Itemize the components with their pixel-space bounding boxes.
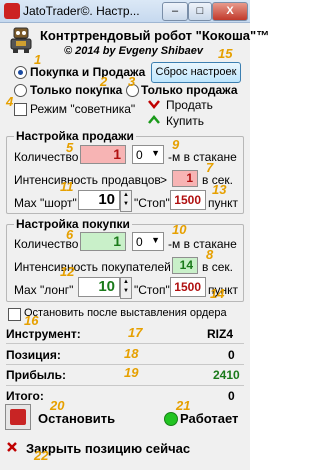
annotation-2: 2 <box>100 74 108 89</box>
divider <box>6 343 244 344</box>
chevron-down-icon: ▼ <box>151 235 160 245</box>
sell-intensity-label: Интенсивность продавцов <box>14 173 161 187</box>
annotation-13: 13 <box>212 182 227 197</box>
annotation-19: 19 <box>124 365 139 380</box>
radio-buy-and-sell[interactable] <box>14 66 27 79</box>
sell-level-value: 0 <box>136 148 143 162</box>
running-status: Работает <box>180 411 239 426</box>
maximize-button[interactable]: □ <box>188 2 212 21</box>
annotation-18: 18 <box>124 346 139 361</box>
copyright: © 2014 by Evgeny Shibaev <box>64 45 203 57</box>
buy-button[interactable]: Купить <box>166 114 204 128</box>
reset-settings-button[interactable]: Сброс настроек <box>151 62 241 83</box>
annotation-8: 8 <box>206 247 214 262</box>
sell-group-title: Настройка продажи <box>14 129 136 143</box>
buy-max-long-field[interactable]: 10 <box>78 277 120 297</box>
annotation-7: 7 <box>206 160 214 175</box>
stop-label: Остановить <box>38 411 116 426</box>
annotation-6: 6 <box>66 227 74 242</box>
annotation-16: 16 <box>24 313 39 328</box>
sell-stop-unit: пункт <box>208 196 239 210</box>
divider <box>6 385 244 386</box>
annotation-5: 5 <box>66 140 74 155</box>
stop-button[interactable] <box>5 404 31 430</box>
sell-arrow-icon <box>148 100 160 109</box>
annotation-10: 10 <box>172 222 187 237</box>
position-label: Позиция: <box>6 348 61 362</box>
annotation-11: 11 <box>60 179 74 194</box>
sell-max-short-label: Max "шорт" <box>14 196 77 210</box>
sell-stop-label: "Стоп" <box>134 196 170 210</box>
chevron-down-icon: ▼ <box>151 148 160 158</box>
buy-intensity-label: Интенсивность покупателей > <box>14 260 182 274</box>
profit-value: 2410 <box>213 368 240 382</box>
sell-intensity-operator: > <box>160 173 168 187</box>
instrument-label: Инструмент: <box>6 327 81 341</box>
minimize-button[interactable]: – <box>162 2 188 21</box>
running-indicator-icon <box>164 412 178 426</box>
annotation-9: 9 <box>172 137 180 152</box>
buy-max-long-label: Max "лонг" <box>14 283 74 297</box>
buy-level-suffix: -м в стакане <box>168 237 237 251</box>
buy-intensity-unit: в сек. <box>202 260 233 274</box>
robot-icon <box>10 27 32 53</box>
buy-level-value: 0 <box>136 235 143 249</box>
stop-after-order-checkbox[interactable] <box>8 308 21 321</box>
brand-title: Контртрендовый робот "Кокоша"™ <box>40 28 270 43</box>
annotation-14: 14 <box>210 286 225 301</box>
sell-level-select[interactable]: 0 ▼ <box>132 145 164 164</box>
annotation-3: 3 <box>128 74 136 89</box>
buy-stop-label: "Стоп" <box>134 283 170 297</box>
close-position-button[interactable]: Закрыть позицию сейчас <box>26 441 190 456</box>
annotation-4: 4 <box>6 94 14 109</box>
sell-button[interactable]: Продать <box>166 98 213 112</box>
advisor-mode-label: Режим "советника" <box>30 102 136 116</box>
annotation-15: 15 <box>218 46 233 61</box>
annotation-21: 21 <box>176 398 191 413</box>
instrument-value: RIZ4 <box>207 327 234 341</box>
buy-arrow-icon <box>148 115 160 124</box>
annotation-22: 22 <box>34 448 49 463</box>
sell-level-suffix: -м в стакане <box>168 150 237 164</box>
window-title: JatoTrader©. Настр... <box>23 4 140 18</box>
annotation-17: 17 <box>128 325 143 340</box>
total-label: Итого: <box>6 389 44 403</box>
title-bar[interactable]: JatoTrader©. Настр... – □ X <box>0 0 250 23</box>
annotation-1: 1 <box>34 52 42 67</box>
sell-intensity-field[interactable]: 1 <box>172 170 198 187</box>
annotation-20: 20 <box>50 398 65 413</box>
stop-square-icon <box>10 409 26 425</box>
close-position-icon[interactable] <box>5 440 19 454</box>
sell-qty-field[interactable]: 1 <box>80 145 126 164</box>
profit-label: Прибыль: <box>6 368 66 382</box>
sell-max-short-field[interactable]: 10 <box>78 190 120 210</box>
close-window-button[interactable]: X <box>212 2 248 21</box>
app-icon <box>4 3 20 19</box>
annotation-12: 12 <box>60 264 75 279</box>
buy-intensity-field[interactable]: 14 <box>172 257 198 274</box>
sell-max-short-spinner[interactable]: ▲ ▼ <box>120 190 132 212</box>
advisor-mode-checkbox[interactable] <box>14 103 27 116</box>
sell-stop-field[interactable]: 1500 <box>170 190 206 210</box>
radio-buy-only[interactable] <box>14 84 27 97</box>
total-value: 0 <box>228 389 235 403</box>
buy-level-select[interactable]: 0 ▼ <box>132 232 164 251</box>
stop-after-order-label: Остановить после выставления ордера <box>24 307 227 319</box>
buy-stop-field[interactable]: 1500 <box>170 277 206 297</box>
radio-buy-only-label: Только покупка <box>30 83 123 97</box>
position-value: 0 <box>228 348 235 362</box>
buy-max-long-spinner[interactable]: ▲ ▼ <box>120 277 132 299</box>
buy-qty-field[interactable]: 1 <box>80 232 126 251</box>
radio-sell-only-label: Только продажа <box>141 83 238 97</box>
